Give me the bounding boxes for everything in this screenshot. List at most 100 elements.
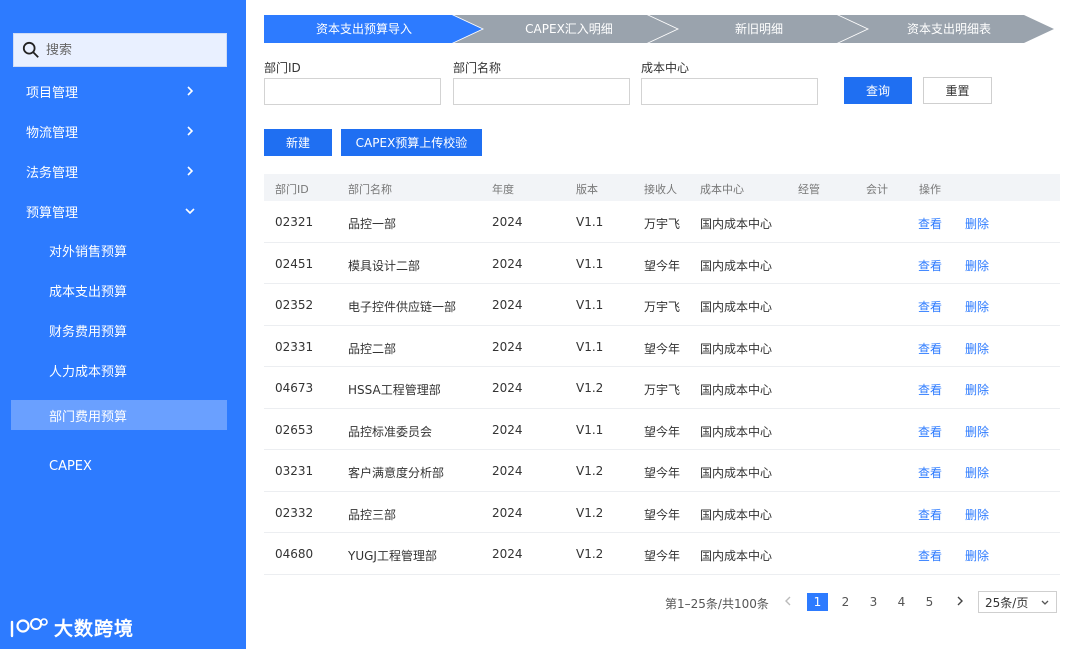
cell-dept-id: 02321	[275, 215, 314, 229]
view-link[interactable]: 查看	[918, 340, 942, 357]
budget-table: 部门ID 部门名称 年度 版本 接收人 成本中心 经管 会计 操作 02321 品…	[264, 174, 1060, 575]
dept-id-label: 部门ID	[264, 61, 301, 75]
delete-link[interactable]: 删除	[965, 547, 989, 564]
search-input[interactable]	[46, 42, 216, 58]
cell-version: V1.2	[576, 547, 604, 561]
next-page-icon[interactable]	[953, 593, 967, 609]
table-row: 02332 品控三部 2024 V1.2 望今年 国内成本中心 查看 删除	[264, 492, 1060, 533]
cost-center-label: 成本中心	[641, 61, 690, 75]
sub-item-label: 人力成本预算	[49, 364, 128, 380]
brand-name: 大数跨境	[54, 618, 135, 640]
cell-dept-id: 04680	[275, 547, 314, 561]
page-1[interactable]: 1	[807, 593, 828, 611]
sub-item-dept-expense[interactable]: 部门费用预算	[11, 400, 227, 430]
dept-name-input[interactable]	[453, 78, 630, 105]
prev-page-icon[interactable]	[781, 593, 795, 609]
cell-receiver: 望今年	[644, 466, 681, 480]
view-link[interactable]: 查看	[918, 547, 942, 564]
nav-item-legal[interactable]: 法务管理	[0, 156, 246, 186]
view-link[interactable]: 查看	[918, 215, 942, 232]
chevron-right-icon	[187, 166, 194, 176]
new-button[interactable]: 新建	[264, 129, 332, 156]
pagination-total: 第1–25条/共100条	[665, 597, 769, 611]
cell-dept-name: 品控一部	[348, 217, 397, 231]
table-row: 02331 品控二部 2024 V1.1 望今年 国内成本中心 查看 删除	[264, 326, 1060, 367]
cell-receiver: 万宇飞	[644, 300, 681, 314]
cell-version: V1.2	[576, 464, 604, 478]
sub-item-label: 对外销售预算	[49, 244, 128, 260]
capex-upload-button[interactable]: CAPEX预算上传校验	[341, 129, 482, 156]
delete-link[interactable]: 删除	[965, 298, 989, 315]
cell-dept-name: 模具设计二部	[348, 258, 421, 273]
page-2[interactable]: 2	[835, 593, 856, 611]
view-link[interactable]: 查看	[918, 298, 942, 315]
table-row: 02653 品控标准委员会 2024 V1.1 望今年 国内成本中心 查看 删除	[264, 409, 1060, 450]
cell-dept-name: 客户满意度分析部	[348, 466, 445, 480]
col-header-manager: 经管	[798, 183, 820, 196]
delete-link[interactable]: 删除	[965, 381, 989, 398]
cell-cost-center: 国内成本中心	[700, 466, 773, 480]
cell-cost-center: 国内成本中心	[700, 258, 773, 273]
delete-link[interactable]: 删除	[965, 506, 989, 523]
sub-item-label: 成本支出预算	[49, 284, 128, 300]
cell-version: V1.1	[576, 215, 604, 229]
query-button[interactable]: 查询	[844, 77, 912, 104]
sub-item-finance-expense[interactable]: 财务费用预算	[0, 315, 246, 345]
nav-item-budget[interactable]: 预算管理	[0, 196, 246, 226]
cell-receiver: 万宇飞	[644, 217, 681, 231]
delete-link[interactable]: 删除	[965, 464, 989, 481]
col-header-dept-id: 部门ID	[275, 183, 309, 196]
col-header-dept-name: 部门名称	[348, 183, 392, 196]
sub-item-hr-cost[interactable]: 人力成本预算	[0, 355, 246, 385]
step-2[interactable]: CAPEX汇入明细	[469, 15, 669, 43]
view-link[interactable]: 查看	[918, 423, 942, 440]
table-row: 02321 品控一部 2024 V1.1 万宇飞 国内成本中心 查看 删除	[264, 201, 1060, 243]
table-row: 03231 客户满意度分析部 2024 V1.2 望今年 国内成本中心 查看 删除	[264, 450, 1060, 492]
nav-item-label: 预算管理	[26, 205, 79, 221]
col-header-accounting: 会计	[866, 183, 888, 196]
dept-id-input[interactable]	[264, 78, 441, 105]
page-3[interactable]: 3	[863, 593, 884, 611]
page-size-value: 25条/页	[985, 595, 1029, 610]
sub-item-capex[interactable]: CAPEX	[0, 451, 246, 481]
view-link[interactable]: 查看	[918, 506, 942, 523]
delete-link[interactable]: 删除	[965, 423, 989, 440]
cell-cost-center: 国内成本中心	[700, 217, 773, 231]
step-1[interactable]: 资本支出预算导入	[264, 15, 464, 43]
cell-year: 2024	[492, 547, 523, 561]
step-4[interactable]: 资本支出明细表	[854, 15, 1044, 43]
cell-dept-name: HSSA工程管理部	[348, 383, 441, 397]
col-header-version: 版本	[576, 183, 598, 196]
cell-year: 2024	[492, 298, 523, 312]
chevron-down-icon	[185, 208, 195, 215]
cell-dept-name: YUGJ工程管理部	[348, 549, 437, 563]
cell-version: V1.2	[576, 381, 604, 395]
nav-item-label: 法务管理	[26, 165, 79, 181]
view-link[interactable]: 查看	[918, 464, 942, 481]
sub-item-cost-expense[interactable]: 成本支出预算	[0, 275, 246, 305]
cell-dept-id: 03231	[275, 464, 314, 478]
chevron-down-icon	[1041, 600, 1049, 605]
cell-cost-center: 国内成本中心	[700, 300, 773, 314]
view-link[interactable]: 查看	[918, 257, 942, 274]
delete-link[interactable]: 删除	[965, 340, 989, 357]
sub-item-external-sales[interactable]: 对外销售预算	[0, 235, 246, 265]
chevron-right-icon	[187, 126, 194, 136]
delete-link[interactable]: 删除	[965, 257, 989, 274]
search-box[interactable]	[13, 33, 227, 67]
delete-link[interactable]: 删除	[965, 215, 989, 232]
page-4[interactable]: 4	[891, 593, 912, 611]
view-link[interactable]: 查看	[918, 381, 942, 398]
nav-item-project[interactable]: 项目管理	[0, 76, 246, 106]
step-3[interactable]: 新旧明细	[659, 15, 859, 43]
cell-receiver: 望今年	[644, 549, 681, 563]
cell-cost-center: 国内成本中心	[700, 383, 773, 397]
cost-center-input[interactable]	[641, 78, 818, 105]
page-size-select[interactable]: 25条/页	[978, 591, 1057, 613]
nav-item-logistics[interactable]: 物流管理	[0, 116, 246, 146]
cell-receiver: 万宇飞	[644, 383, 681, 397]
cell-dept-name: 品控三部	[348, 507, 397, 522]
page-5[interactable]: 5	[919, 593, 940, 611]
step-progress: 资本支出预算导入 CAPEX汇入明细 新旧明细 资本支出明细表	[264, 15, 1054, 43]
reset-button[interactable]: 重置	[923, 77, 992, 104]
